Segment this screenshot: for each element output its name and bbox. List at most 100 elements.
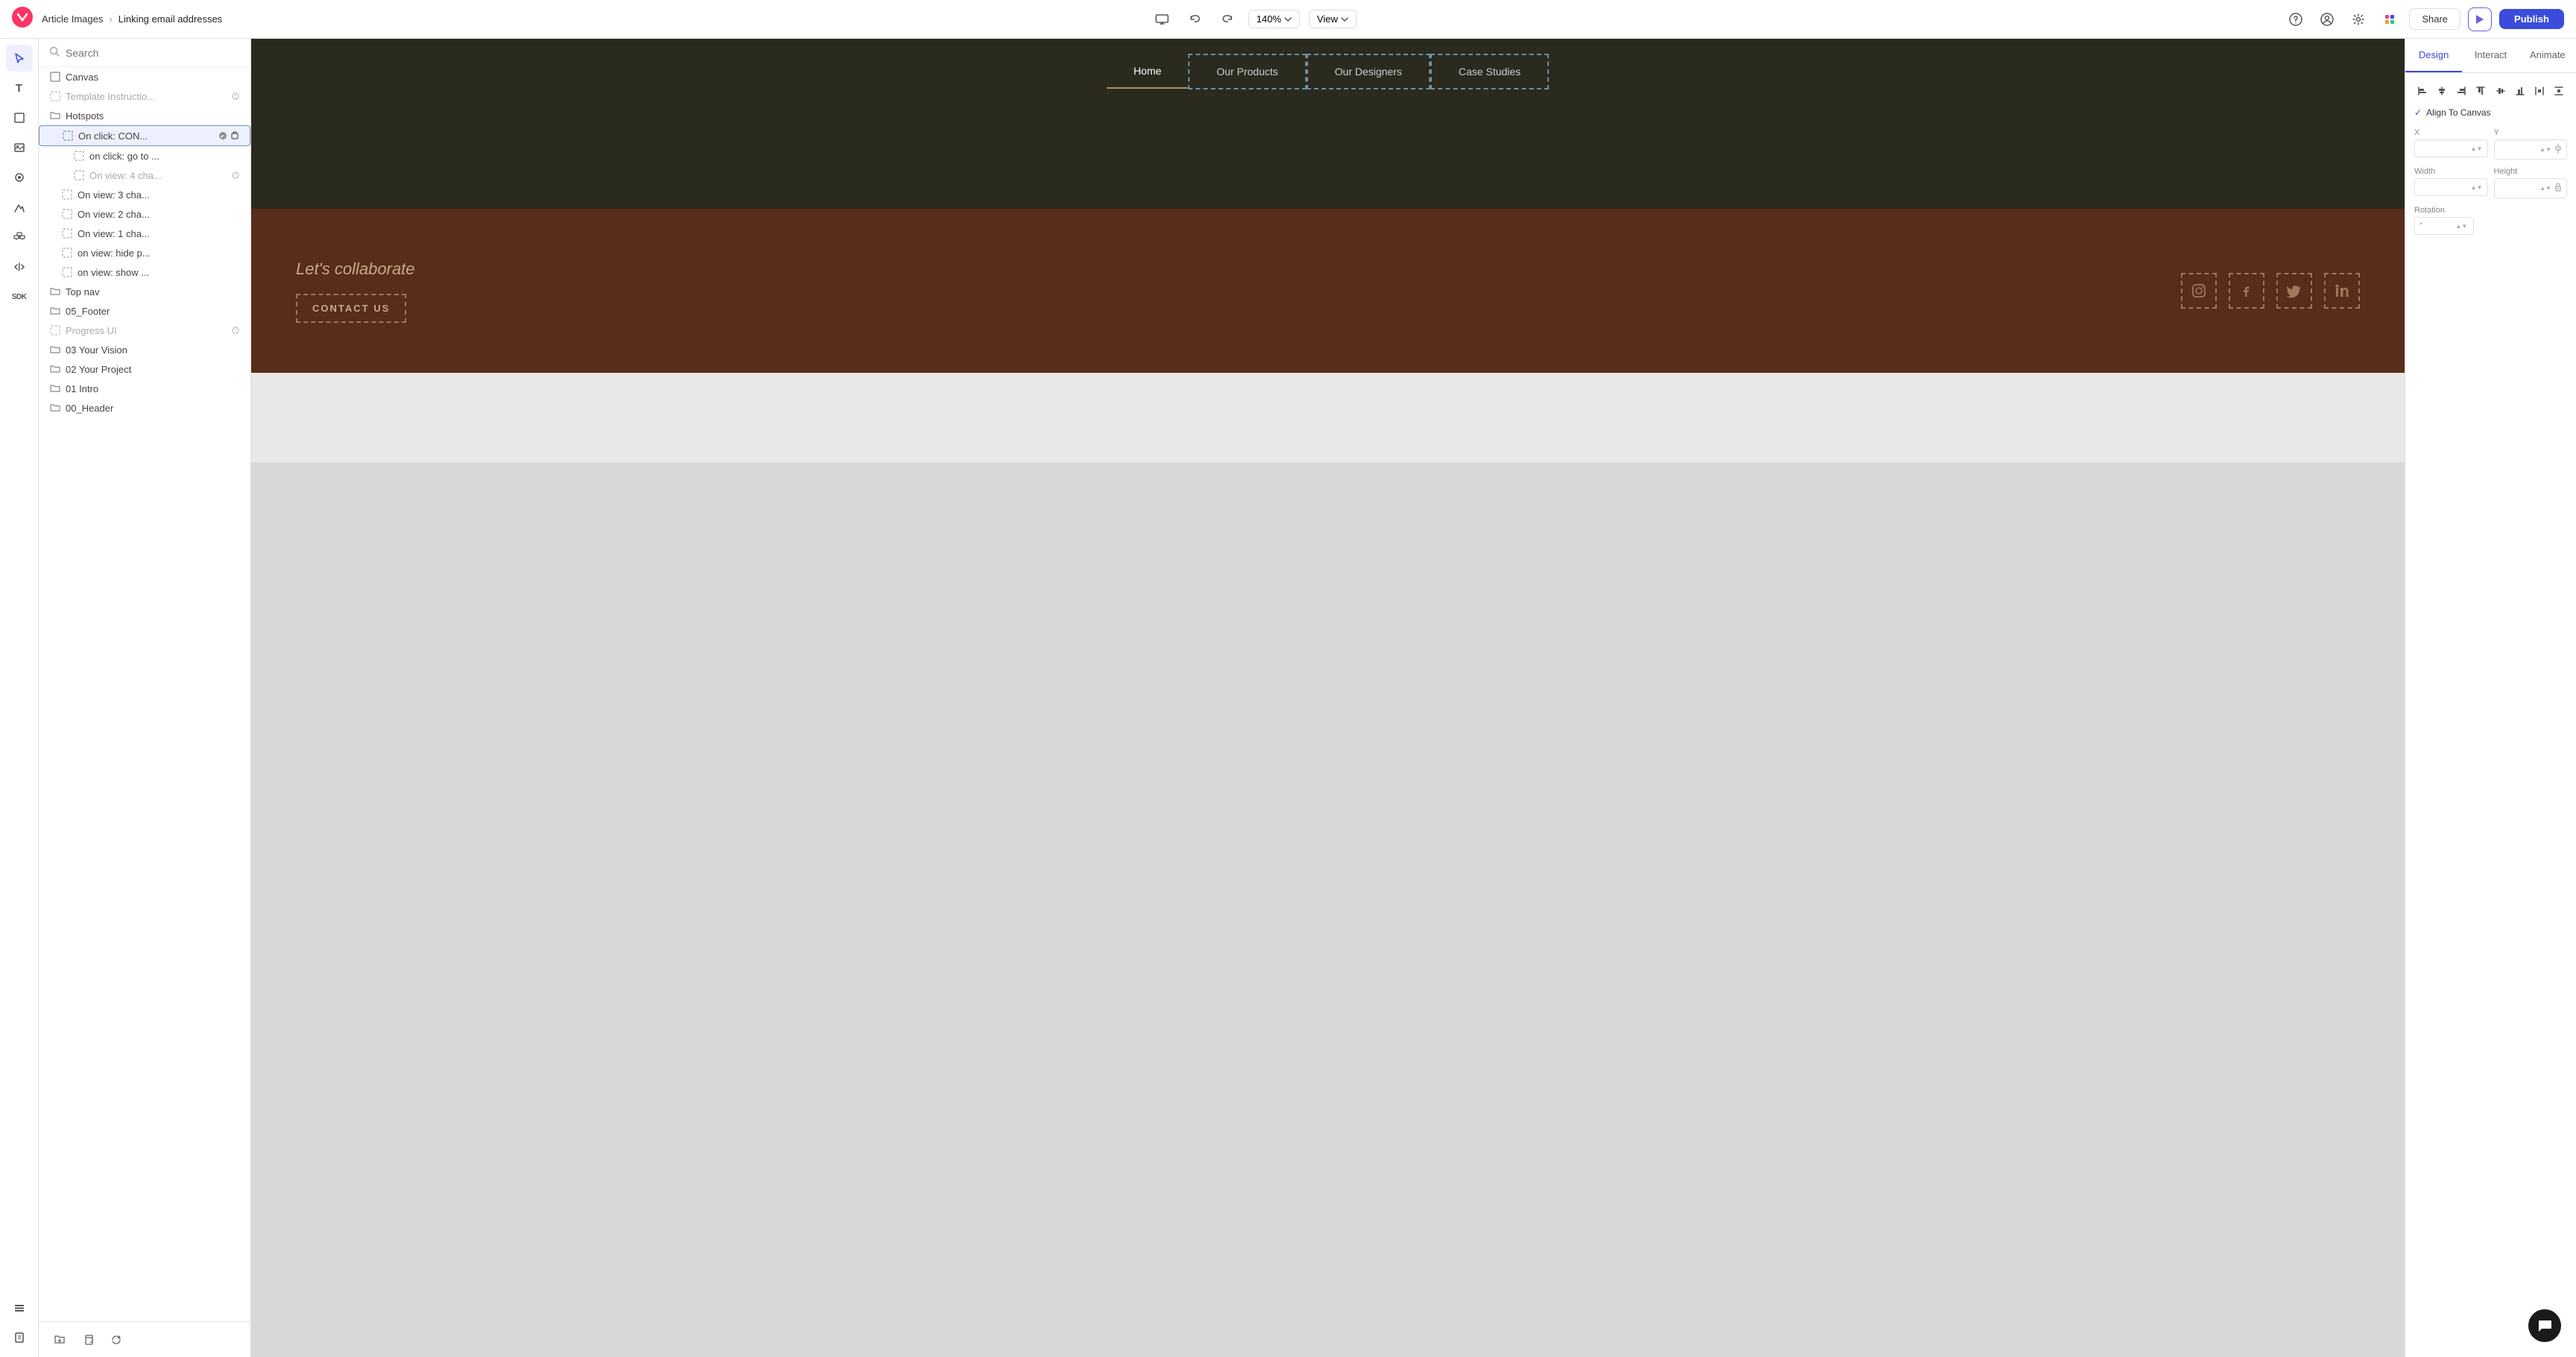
apps-button[interactable]: [2378, 7, 2402, 31]
undo-button[interactable]: [1183, 7, 1207, 31]
hotspot-icon-4: [61, 189, 73, 201]
sidebar-icon-layers[interactable]: [6, 1294, 33, 1321]
sidebar-icon-shape[interactable]: [6, 104, 33, 131]
y-spinner[interactable]: ▲▼: [2539, 146, 2551, 153]
device-toggle[interactable]: [1150, 7, 1174, 31]
tab-design[interactable]: Design: [2405, 39, 2462, 72]
height-spinner[interactable]: ▲▼: [2539, 185, 2551, 192]
tab-animate[interactable]: Animate: [2519, 39, 2576, 72]
contact-us-button[interactable]: CONTACT US: [296, 294, 406, 323]
width-spinner[interactable]: ▲▼: [2471, 184, 2483, 191]
nav-home[interactable]: Home: [1107, 54, 1188, 89]
layer-canvas[interactable]: Canvas: [39, 67, 250, 86]
align-top-button[interactable]: [2472, 82, 2489, 100]
publish-button[interactable]: Publish: [2499, 9, 2564, 29]
search-icon: [49, 46, 60, 59]
width-field: Width ▲▼: [2414, 167, 2488, 198]
layer-onview-1[interactable]: On view: 1 cha...: [39, 224, 250, 243]
sidebar-icon-component[interactable]: [6, 224, 33, 251]
folder-footer-icon: [49, 305, 61, 317]
preview-button[interactable]: [2468, 7, 2492, 31]
layer-onclick-goto[interactable]: on click: go to ...: [39, 146, 250, 166]
collaborators-button[interactable]: [2315, 7, 2339, 31]
layer-onview-show[interactable]: on view: show ...: [39, 262, 250, 282]
topbar-right: Share Publish: [2284, 7, 2564, 31]
layer-template[interactable]: Template Instructio...: [39, 86, 250, 106]
distribute-h-button[interactable]: [2531, 82, 2548, 100]
search-bar: [39, 39, 250, 67]
distribute-v-button[interactable]: [2551, 82, 2567, 100]
width-input[interactable]: [2419, 182, 2471, 192]
redo-button[interactable]: [1216, 7, 1240, 31]
layer-your-vision[interactable]: 03 Your Vision: [39, 340, 250, 359]
sidebar-icon-hotspot[interactable]: [6, 164, 33, 191]
layer-onview-4[interactable]: On view: 4 cha...: [39, 166, 250, 185]
layer-header[interactable]: 00_Header: [39, 398, 250, 418]
sidebar-icon-code[interactable]: [6, 254, 33, 280]
layer-progress[interactable]: Progress UI: [39, 321, 250, 340]
right-panel: Design Interact Animate: [2405, 39, 2576, 1357]
sidebar-icon-effects[interactable]: [6, 194, 33, 221]
dark-spacer: [251, 89, 2405, 209]
sidebar-icon-pages[interactable]: [6, 1324, 33, 1351]
tab-interact[interactable]: Interact: [2462, 39, 2519, 72]
breadcrumb-parent[interactable]: Article Images: [42, 13, 103, 25]
zoom-control[interactable]: 140%: [1248, 10, 1300, 28]
duplicate-button[interactable]: [78, 1329, 98, 1350]
refresh-button[interactable]: [106, 1329, 127, 1350]
sidebar-icon-select[interactable]: [6, 45, 33, 72]
layer-onclick-con[interactable]: On click: CON...: [39, 125, 250, 146]
sidebar-icon-text[interactable]: T: [6, 75, 33, 101]
sidebar-icon-sdk[interactable]: SDK: [6, 283, 33, 310]
layer-footer[interactable]: 05_Footer: [39, 301, 250, 321]
share-button[interactable]: Share: [2409, 8, 2460, 30]
hotspot-icon-2: [73, 150, 85, 162]
x-input[interactable]: [2419, 143, 2471, 154]
linkedin-icon[interactable]: [2324, 273, 2360, 309]
y-input[interactable]: [2499, 145, 2540, 155]
layer-onview-3[interactable]: On view: 3 cha...: [39, 185, 250, 204]
breadcrumb-separator: ›: [109, 13, 112, 25]
rotation-spinner[interactable]: ▲▼: [2455, 223, 2467, 230]
height-label: Height: [2494, 167, 2568, 176]
align-middle-button[interactable]: [2493, 82, 2509, 100]
folder-intro-icon: [49, 382, 61, 394]
layer-intro[interactable]: 01 Intro: [39, 379, 250, 398]
sidebar-icon-image[interactable]: [6, 134, 33, 161]
height-input[interactable]: [2499, 183, 2540, 194]
layer-topnav[interactable]: Top nav: [39, 282, 250, 301]
rotation-input[interactable]: [2425, 221, 2455, 231]
align-center-h-button[interactable]: [2434, 82, 2450, 100]
canvas-area[interactable]: Home Our Products Our Designers Case Stu…: [251, 39, 2405, 1357]
folder-topnav-icon: [49, 286, 61, 297]
view-label: View: [1317, 13, 1338, 25]
logo[interactable]: [12, 7, 33, 31]
view-control[interactable]: View: [1309, 10, 1357, 28]
nav-designers[interactable]: Our Designers: [1307, 54, 1430, 89]
lock-aspect-icon[interactable]: [2554, 182, 2562, 195]
align-bottom-button[interactable]: [2512, 82, 2528, 100]
instagram-icon[interactable]: [2181, 273, 2217, 309]
layer-onview-2[interactable]: On view: 2 cha...: [39, 204, 250, 224]
nav-case-studies[interactable]: Case Studies: [1430, 54, 1549, 89]
settings-button[interactable]: [2346, 7, 2370, 31]
x-label: X: [2414, 128, 2488, 137]
align-right-button[interactable]: [2453, 82, 2469, 100]
section-brown: Let's collaborate CONTACT US: [251, 209, 2405, 373]
nav-products[interactable]: Our Products: [1188, 54, 1306, 89]
align-left-button[interactable]: [2414, 82, 2431, 100]
layer-your-project[interactable]: 02 Your Project: [39, 359, 250, 379]
folder-vision-icon: [49, 344, 61, 356]
layer-hotspots[interactable]: Hotspots: [39, 106, 250, 125]
link-xy-icon[interactable]: [2554, 143, 2562, 156]
x-spinner[interactable]: ▲▼: [2471, 145, 2483, 152]
new-folder-button[interactable]: [49, 1329, 70, 1350]
chat-bubble[interactable]: [2528, 1309, 2561, 1342]
help-button[interactable]: [2284, 7, 2308, 31]
search-input[interactable]: [66, 47, 240, 59]
navigation-bar: Home Our Products Our Designers Case Stu…: [251, 39, 2405, 89]
layer-onview-hide[interactable]: on view: hide p...: [39, 243, 250, 262]
xy-fields: X ▲▼ Y ▲▼: [2414, 128, 2567, 160]
twitter-icon[interactable]: [2276, 273, 2312, 309]
facebook-icon[interactable]: [2229, 273, 2264, 309]
